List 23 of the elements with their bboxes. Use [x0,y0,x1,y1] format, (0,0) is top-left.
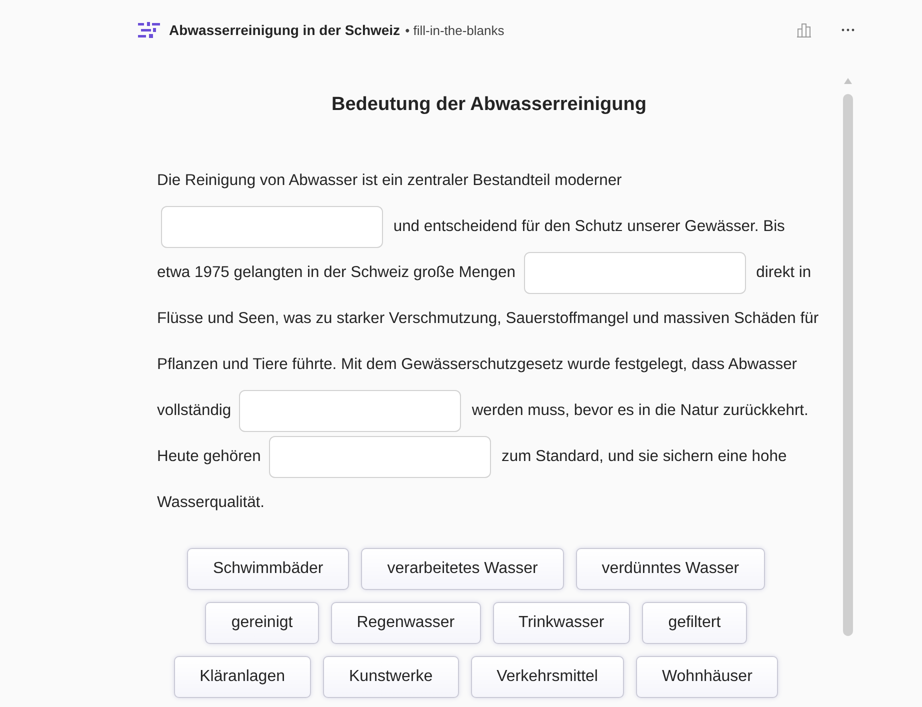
blank-field[interactable] [524,252,746,294]
word-chip[interactable]: Regenwasser [330,602,481,644]
scroll-up-icon[interactable] [843,77,853,85]
exercise-heading: Bedeutung der Abwasserreinigung [330,94,648,116]
passage-text: Die Reinigung von Abwasser ist ein zentraler Bestandteil moderner und entscheidend für den Schutz unserer Gewässer. Bis etwa 1975 gelangten in der Schweiz große Mengen direkt in Flüsse und Seen, was zu starker Verschmutzung, Sauerstoffmangel und massiven Schäden für Pflanzen und Tiere führte. Mit dem Gewässerschutzgesetz wurde festgelegt, dass Abwasser vollständig werden muss, bevor es in die Natur zurückkehrt. Heute gehören zum Standard, und sie sichern eine hohe Wasserqualität. [157,171,820,513]
word-chip[interactable]: gefiltert [642,602,747,644]
lesson-type: • fill-in-the-blanks [405,22,504,38]
blank-field[interactable] [239,390,462,432]
word-chip[interactable]: verarbeitetes Wasser [361,548,564,590]
blank-field[interactable] [161,206,383,248]
word-chip[interactable]: Trinkwasser [492,602,630,644]
app-logo-icon [138,22,160,38]
scrollbar-thumb[interactable] [843,94,853,636]
word-chip[interactable]: Kläranlagen [174,656,311,698]
word-chip[interactable]: Schwimmbäder [186,548,350,590]
chart-icon[interactable] [796,22,812,38]
word-chip[interactable]: gereinigt [205,602,319,644]
word-chip[interactable]: Wohnhäuser [636,656,778,698]
blank-field[interactable] [269,436,492,478]
word-chip[interactable]: Kunstwerke [323,656,459,698]
word-chip[interactable]: Verkehrsmittel [470,656,624,698]
lesson-title: Abwasserreinigung in der Schweiz [169,22,400,38]
word-chip[interactable]: verdünntes Wasser [576,548,766,590]
